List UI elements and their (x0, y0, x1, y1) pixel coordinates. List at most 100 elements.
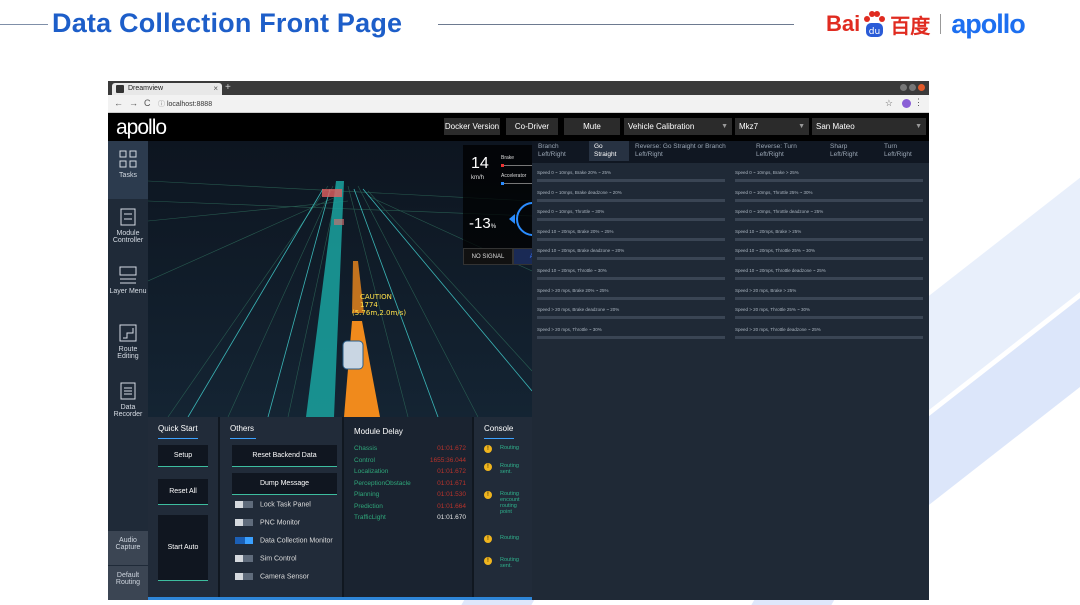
menu-kebab-icon[interactable]: ⋮ (914, 97, 923, 108)
module-delay-value: 01:01.664 (437, 502, 466, 510)
calibration-item-label: Speed 0 ~ 10mps, Brake 20% ~ 25% (537, 170, 612, 175)
tab-turn-left-right[interactable]: Turn Left/Right (884, 143, 924, 159)
logo-divider (940, 14, 942, 34)
dump-message-label: Dump Message (259, 480, 310, 487)
module-delay-row: PerceptionObstacle 01:01.671 (354, 480, 466, 487)
calibration-item: Speed > 20 mps, Brake > 25% (735, 288, 923, 300)
calibration-item: Speed 10 ~ 20mps, Throttle deadzone ~ 25… (735, 268, 923, 280)
calibration-tabs: Branch Left/Right Go Straight Reverse: G… (532, 141, 929, 163)
data-collection-monitor-toggle[interactable]: Data Collection Monitor (235, 537, 333, 544)
tab-sharp-left-right[interactable]: Sharp Left/Right (830, 143, 870, 159)
warning-icon: ! (484, 535, 492, 543)
calibration-progress-bar (537, 296, 725, 300)
dump-message-button[interactable]: Dump Message (232, 473, 337, 495)
calibration-item-label: Speed > 20 mps, Throttle ~ 30% (537, 326, 602, 332)
url-text: localhost:8888 (166, 101, 213, 108)
warning-icon: ! (484, 463, 492, 471)
close-icon[interactable]: × (213, 84, 218, 93)
nav-buttons[interactable]: ←→C (114, 98, 157, 108)
sidebar-item-label: Module Controller (112, 230, 144, 244)
module-delay-row: Prediction 01:01.664 (354, 503, 466, 510)
audio-capture-button[interactable]: Audio Capture (108, 531, 148, 565)
steering-unit: % (490, 224, 497, 230)
toggle-switch[interactable] (235, 519, 253, 526)
docker-version-button[interactable]: Docker Version (444, 118, 500, 135)
mute-button[interactable]: Mute (564, 118, 620, 135)
accelerator-indicator (501, 182, 504, 185)
bookmark-star-icon[interactable]: ☆ (885, 98, 893, 109)
steering-value: -13 (469, 215, 491, 232)
chevron-down-icon: ▼ (721, 123, 728, 130)
dreamview-screenshot: Dreamview × + ←→C ⓘ localhost:8888 ☆ ⋮ a… (108, 81, 929, 600)
toggle-label: Lock Task Panel (260, 501, 311, 509)
sim-control-toggle[interactable]: Sim Control (235, 555, 297, 562)
map-select[interactable]: San Mateo ▼ (812, 118, 926, 135)
vehicle-calibration-panel: Branch Left/Right Go Straight Reverse: G… (532, 141, 929, 600)
lock-task-panel-toggle[interactable]: Lock Task Panel (235, 501, 311, 508)
tab-branch-left-right[interactable]: Branch Left/Right (538, 143, 588, 159)
toggle-switch[interactable] (235, 573, 253, 580)
extension-icon[interactable] (902, 99, 911, 108)
console-text: Routing (500, 535, 519, 541)
console-message: ! Routing sent. (484, 463, 534, 475)
toggle-switch[interactable] (235, 501, 253, 508)
tab-reverse-go-straight[interactable]: Reverse: Go Straight or Branch Left/Righ… (635, 143, 750, 159)
module-delay-value: 01:01.530 (437, 491, 466, 498)
start-auto-button[interactable]: Start Auto (158, 515, 208, 581)
close-window-icon[interactable] (918, 84, 925, 91)
sidebar-item-tasks[interactable]: Tasks (108, 141, 148, 199)
module-delay-value: 1655:36.044 (429, 456, 466, 464)
sidebar: Tasks Module Controller Layer Menu Route… (108, 141, 148, 600)
module-icon (120, 208, 136, 226)
calibration-progress-bar (735, 335, 923, 339)
camera-sensor-toggle[interactable]: Camera Sensor (235, 573, 309, 580)
bottom-panels: Quick Start Setup Reset All Start Auto O… (148, 417, 532, 600)
tab-go-straight[interactable]: Go Straight (589, 141, 629, 161)
mode-select[interactable]: Vehicle Calibration ▼ (624, 118, 732, 135)
console-panel: Console ! Routing! Routing sent.! Routing e… (474, 417, 532, 600)
vehicle-select[interactable]: Mkz7 ▼ (735, 118, 809, 135)
calibration-item-label: Speed 0 ~ 10mps, Throttle deadzone ~ 25% (735, 209, 824, 215)
calibration-item: Speed 0 ~ 10mps, Brake 20% ~ 25% (537, 170, 725, 182)
calibration-item: Speed 10 ~ 20mps, Brake 20% ~ 25% (537, 229, 725, 241)
calibration-item: Speed 10 ~ 20mps, Brake > 25% (735, 229, 923, 241)
route-icon (119, 324, 137, 342)
browser-tab[interactable]: Dreamview × (112, 83, 222, 95)
setup-label: Setup (173, 452, 193, 459)
default-routing-button[interactable]: Default Routing (108, 566, 148, 600)
chevron-down-icon: ▼ (915, 123, 922, 130)
console-message: ! Routing (484, 535, 534, 543)
sidebar-item-layer-menu[interactable]: Layer Menu (108, 257, 148, 315)
sidebar-item-data-recorder[interactable]: Data Recorder (108, 373, 148, 431)
module-delay-value: 01:01.672 (437, 468, 466, 475)
others-title: Others (230, 424, 255, 433)
svg-text:du: du (869, 27, 880, 37)
toggle-switch[interactable] (235, 537, 253, 544)
driving-mode-status: AUTO (513, 248, 532, 265)
sidebar-item-module-controller[interactable]: Module Controller (108, 199, 148, 257)
title-underline (484, 438, 514, 439)
reset-backend-data-button[interactable]: Reset Backend Data (232, 445, 337, 467)
co-driver-button[interactable]: Co-Driver (506, 118, 558, 135)
reset-all-label: Reset All (169, 488, 197, 495)
setup-button[interactable]: Setup (158, 445, 208, 467)
maximize-icon[interactable] (909, 84, 916, 91)
calibration-item: Speed 0 ~ 10mps, Brake deadzone ~ 20% (537, 190, 725, 202)
tab-reverse-turn[interactable]: Reverse: Turn Left/Right (756, 143, 816, 159)
quick-start-title: Quick Start (158, 424, 198, 433)
minimize-icon[interactable] (900, 84, 907, 91)
address-bar[interactable]: ⓘ localhost:8888 (158, 99, 212, 109)
horizontal-scrollbar[interactable] (148, 597, 532, 600)
3d-scene-view[interactable]: CAUTION 1774 (5.76m,2.0m/s) 14 km/h Brak… (148, 141, 532, 417)
warning-icon: ! (484, 491, 492, 499)
mode-select-value: Vehicle Calibration (628, 122, 695, 131)
sidebar-item-label: Tasks (119, 172, 137, 179)
sidebar-item-route-editing[interactable]: Route Editing (108, 315, 148, 373)
toggle-switch[interactable] (235, 555, 253, 562)
calibration-item: Speed > 20 mps, Throttle 25% ~ 30% (735, 307, 923, 320)
new-tab-icon[interactable]: + (225, 82, 231, 93)
calibration-progress-bar (735, 296, 923, 300)
calibration-progress-bar (735, 237, 923, 241)
pnc-monitor-toggle[interactable]: PNC Monitor (235, 519, 300, 526)
reset-all-button[interactable]: Reset All (158, 479, 208, 505)
